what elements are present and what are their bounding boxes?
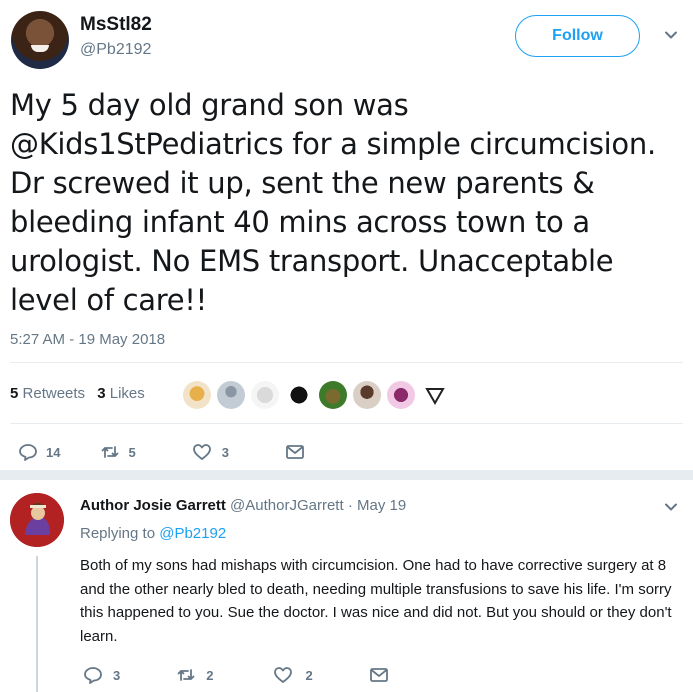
reply-count: 3 <box>113 667 121 683</box>
divider <box>10 362 683 363</box>
reply-icon <box>84 667 102 684</box>
chevron-down-icon[interactable] <box>664 500 678 514</box>
retweet-icon <box>102 446 119 458</box>
tweet-text: My 5 day old grand son was @Kids1StPedia… <box>10 88 656 317</box>
retweet-count: 5 <box>128 444 136 460</box>
retweet-button[interactable]: 2 <box>176 665 213 685</box>
heart-icon <box>192 444 211 460</box>
retweet-icon <box>177 669 195 681</box>
replying-to-handle[interactable]: @Pb2192 <box>159 525 226 542</box>
chevron-down-icon[interactable] <box>664 28 678 42</box>
direct-message-button[interactable] <box>369 665 389 685</box>
envelope-icon <box>369 668 388 682</box>
liker-avatar[interactable] <box>387 381 415 409</box>
like-count: 2 <box>305 667 313 683</box>
reply-button[interactable]: 14 <box>18 442 60 462</box>
author-handle[interactable]: @Pb2192 <box>80 41 151 59</box>
reply-date[interactable]: May 19 <box>357 497 406 514</box>
liker-avatar[interactable] <box>251 381 279 409</box>
author-avatar[interactable] <box>11 11 69 69</box>
heart-icon <box>274 667 293 683</box>
tweet-actions: 14 5 3 <box>18 442 305 462</box>
reply-header: Author Josie Garrett @AuthorJGarrett · M… <box>80 497 406 514</box>
envelope-icon <box>286 445 304 459</box>
retweet-button[interactable]: 5 <box>100 442 136 462</box>
reply-author-name[interactable]: Author Josie Garrett <box>80 497 226 514</box>
likes-stat[interactable]: 3 Likes <box>97 385 145 402</box>
reply-separator: · <box>347 497 353 514</box>
follow-button[interactable]: Follow <box>515 15 640 57</box>
liker-avatar[interactable] <box>285 381 313 409</box>
reply-count: 14 <box>46 444 61 460</box>
retweet-count: 2 <box>206 667 214 683</box>
like-button[interactable]: 3 <box>192 442 229 462</box>
liker-avatar[interactable] <box>183 381 211 409</box>
divider <box>10 423 683 424</box>
reply-author-avatar[interactable] <box>10 493 64 547</box>
reply-button[interactable]: 3 <box>83 665 120 685</box>
tweet-timestamp[interactable]: 5:27 AM - 19 May 2018 <box>10 331 165 348</box>
reply-text: Both of my sons had mishaps with circumc… <box>80 557 672 645</box>
like-button[interactable]: 2 <box>273 665 313 685</box>
tweet-stats: 5 Retweets 3 Likes <box>10 385 145 402</box>
liker-avatar[interactable] <box>319 381 347 409</box>
retweets-stat[interactable]: 5 Retweets <box>10 385 85 402</box>
reply-icon <box>19 444 37 461</box>
liker-avatar[interactable] <box>217 381 245 409</box>
reply-actions: 3 2 2 <box>83 665 389 685</box>
direct-message-button[interactable] <box>285 442 305 462</box>
author-display-name[interactable]: MsStl82 <box>80 14 152 36</box>
liker-avatar[interactable] <box>421 381 449 409</box>
replying-to: Replying to @Pb2192 <box>80 525 227 542</box>
thread-line <box>36 556 38 692</box>
reply-author-handle[interactable]: @AuthorJGarrett <box>230 497 344 514</box>
liker-avatars <box>183 381 449 409</box>
conversation-separator <box>0 470 693 480</box>
like-count: 3 <box>221 444 229 460</box>
liker-avatar[interactable] <box>353 381 381 409</box>
